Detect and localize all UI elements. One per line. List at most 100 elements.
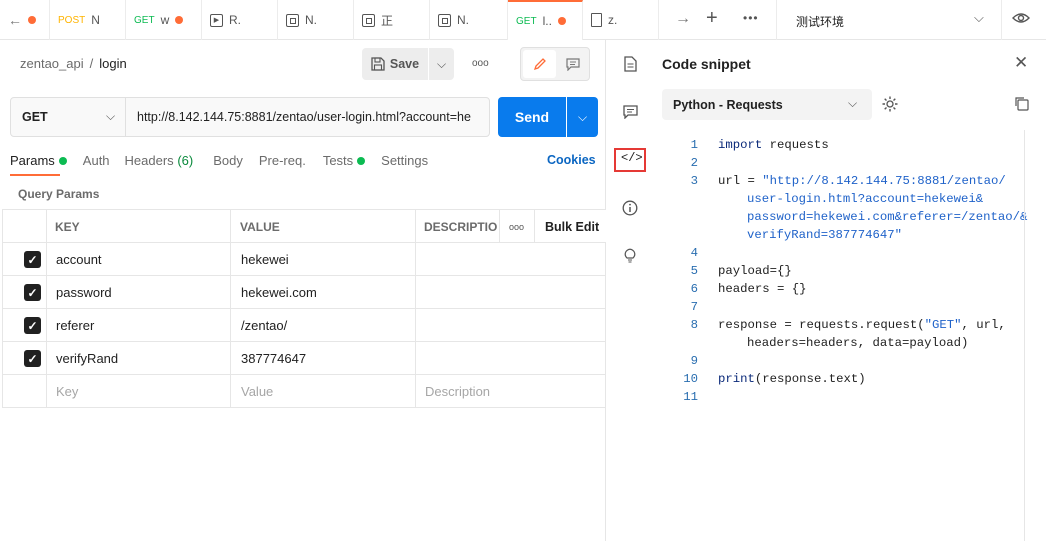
tab-label: N. — [305, 13, 317, 27]
arrow-right-icon[interactable]: → — [675, 10, 691, 28]
save-icon — [371, 57, 385, 71]
save-label: Save — [389, 57, 420, 71]
key-column-header: KEY — [55, 219, 80, 234]
close-icon[interactable]: ✕ — [1014, 53, 1028, 73]
tab-params[interactable]: Params — [10, 153, 67, 168]
code-string: verifyRand=387774647" — [747, 228, 902, 242]
divider — [1001, 0, 1002, 40]
document-icon — [591, 13, 602, 27]
method-select[interactable]: GET ⌵ — [11, 98, 126, 136]
param-value[interactable]: hekewei.com — [241, 276, 317, 309]
checkmark-icon: ✓ — [24, 251, 41, 268]
checkmark-icon: ✓ — [24, 350, 41, 367]
tab-request-3[interactable]: ▶ R. — [202, 0, 278, 40]
param-value[interactable]: hekewei — [241, 243, 289, 276]
language-label: Python - Requests — [673, 97, 783, 112]
tab-prereq[interactable]: Pre-req. — [259, 153, 306, 168]
tab-request-8[interactable]: z. — [583, 0, 659, 40]
column-options-icon[interactable]: ooo — [509, 210, 524, 243]
info-icon[interactable] — [620, 198, 640, 218]
code-snippet-title: Code snippet — [662, 56, 751, 72]
tab-headers[interactable]: Headers (6) — [125, 153, 194, 168]
code-string: password=hekewei.com&referer=/zentao/& — [747, 210, 1028, 224]
tab-request-6[interactable]: N. — [430, 0, 508, 40]
comment-button[interactable] — [557, 50, 589, 78]
params-table-header: KEY VALUE DESCRIPTIO ooo Bulk Edit — [2, 209, 606, 242]
checkmark-icon: ✓ — [24, 284, 41, 301]
tab-body[interactable]: Body — [213, 153, 243, 168]
cookies-link[interactable]: Cookies — [547, 153, 596, 167]
tab-label: N — [91, 13, 100, 27]
param-key[interactable]: password — [56, 276, 112, 309]
line-number: 7 — [690, 300, 698, 314]
environment-selector-label[interactable]: 测试环境 — [796, 13, 844, 30]
param-key[interactable]: account — [56, 243, 102, 276]
tab-request-active[interactable]: GET l.. — [508, 0, 583, 40]
code-snippet-toggle[interactable]: </> — [614, 148, 646, 172]
code-keyword: import — [718, 138, 763, 152]
active-indicator-icon — [357, 156, 366, 165]
url-input[interactable] — [127, 98, 489, 136]
row-checkbox[interactable]: ✓ — [24, 243, 41, 276]
code-string: "GET" — [924, 318, 962, 332]
comments-icon[interactable] — [620, 102, 640, 122]
environment-icon — [438, 13, 451, 27]
tab-tests[interactable]: Tests — [323, 153, 366, 168]
tab-request-5[interactable]: 正 — [354, 0, 430, 40]
chevron-down-icon: ⌵ — [577, 109, 588, 124]
tab-request-2[interactable]: GET w — [126, 0, 202, 40]
code-text: headers=headers, data=payload) — [747, 336, 969, 350]
arrow-left-icon[interactable]: ← — [8, 12, 22, 28]
language-select[interactable]: Python - Requests ⌵ — [662, 89, 872, 120]
eye-icon[interactable] — [1012, 11, 1030, 28]
chevron-down-icon[interactable]: ⌵ — [974, 10, 984, 26]
tab-request-1[interactable]: POST N — [50, 0, 126, 40]
breadcrumb-request[interactable]: login — [99, 56, 126, 71]
new-key-input[interactable]: Key — [56, 375, 78, 408]
tab-label: w — [160, 13, 170, 27]
table-row: ✓ password hekewei.com — [2, 275, 606, 308]
tab-settings[interactable]: Settings — [381, 153, 428, 168]
save-options-button[interactable]: ⌵ — [429, 48, 454, 80]
code-line: response = requests.request("GET", url, — [718, 318, 1006, 332]
tab-label: R. — [229, 13, 241, 27]
code-line: import requests — [718, 138, 829, 152]
comment-icon — [566, 57, 580, 71]
unsaved-dot-icon — [28, 16, 36, 24]
lightbulb-icon[interactable] — [620, 245, 640, 265]
tab-label: z. — [608, 13, 618, 27]
settings-gear-icon[interactable] — [881, 95, 899, 116]
send-options-button[interactable]: ⌵ — [567, 97, 598, 137]
chevron-down-icon: ⌵ — [436, 56, 447, 71]
param-value[interactable]: /zentao/ — [241, 309, 287, 342]
active-tab-underline — [10, 174, 60, 176]
new-value-input[interactable]: Value — [241, 375, 273, 408]
param-key[interactable]: verifyRand — [56, 342, 118, 375]
row-checkbox[interactable]: ✓ — [24, 309, 41, 342]
new-description-input[interactable]: Description — [425, 375, 490, 408]
more-actions-icon[interactable]: ooo — [472, 58, 489, 69]
new-tab-plus-icon[interactable]: + — [706, 7, 718, 30]
row-checkbox[interactable]: ✓ — [24, 342, 41, 375]
code-text: headers = {} — [718, 282, 807, 296]
column-divider — [415, 210, 416, 408]
tab-history[interactable]: ← — [0, 0, 50, 40]
save-button[interactable]: Save — [362, 48, 428, 80]
tab-request-4[interactable]: N. — [278, 0, 354, 40]
more-tabs-icon[interactable]: ••• — [743, 11, 759, 25]
line-number: 1 — [690, 138, 698, 152]
param-key[interactable]: referer — [56, 309, 94, 342]
tab-label: 正 — [381, 13, 394, 28]
breadcrumb-collection[interactable]: zentao_api — [20, 56, 84, 71]
method-label: GET — [22, 110, 48, 124]
edit-button[interactable] — [523, 50, 556, 78]
row-checkbox[interactable]: ✓ — [24, 276, 41, 309]
scrollbar-track[interactable] — [1024, 130, 1025, 541]
param-value[interactable]: 387774647 — [241, 342, 306, 375]
bulk-edit-button[interactable]: Bulk Edit — [545, 210, 599, 243]
documentation-icon[interactable] — [620, 54, 640, 74]
copy-icon[interactable] — [1014, 96, 1029, 114]
environment-icon — [286, 13, 299, 27]
tab-auth[interactable]: Auth — [83, 153, 110, 168]
send-button[interactable]: Send — [498, 97, 566, 137]
